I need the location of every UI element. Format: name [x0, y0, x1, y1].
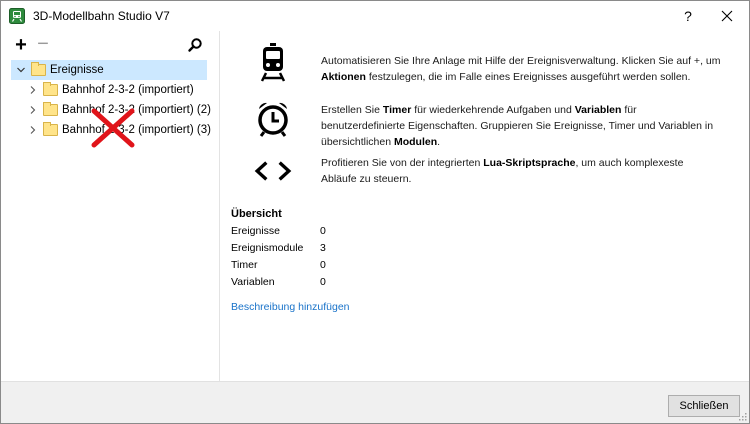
- feature-events-text: Automatisieren Sie Ihre Anlage mit Hilfe…: [321, 55, 721, 83]
- folder-icon: [43, 82, 58, 96]
- window-title: 3D-Modellbahn Studio V7: [33, 9, 170, 23]
- overview-label: Timer: [231, 259, 258, 271]
- overview-label: Ereignisse: [231, 225, 281, 237]
- tree-item-label: Bahnhof 2-3-2 (importiert) (3): [62, 124, 211, 136]
- folder-icon: [31, 62, 46, 76]
- red-cross-annotation-icon: [91, 108, 135, 148]
- panel-divider: [219, 31, 220, 381]
- overview-value: 0: [320, 259, 326, 271]
- tree-item-label: Bahnhof 2-3-2 (importiert) (2): [62, 104, 211, 116]
- train-icon: [260, 43, 286, 82]
- dialog-footer: Schließen: [1, 381, 749, 423]
- chevron-right-icon[interactable]: [27, 124, 39, 136]
- overview-value: 0: [320, 276, 326, 288]
- overview-label: Variablen: [231, 276, 275, 288]
- feature-timers-text: Erstellen Sie Timer für wiederkehrende A…: [321, 104, 714, 148]
- tree-toolbar: + −: [1, 31, 219, 61]
- overview-value: 3: [320, 242, 326, 254]
- tree-item-ereignisse[interactable]: Ereignisse: [11, 60, 207, 80]
- overview-row: Ereignisse 0: [231, 225, 351, 241]
- search-icon[interactable]: [187, 37, 203, 53]
- overview-row: Variablen 0: [231, 276, 351, 292]
- chevron-right-icon[interactable]: [27, 104, 39, 116]
- remove-button[interactable]: −: [35, 34, 51, 54]
- help-button[interactable]: ?: [673, 4, 703, 28]
- add-description-link[interactable]: Beschreibung hinzufügen: [231, 301, 350, 313]
- title-bar: 3D-Modellbahn Studio V7 ?: [1, 1, 749, 31]
- app-train-icon: [9, 8, 25, 24]
- feature-lua-text: Profitieren Sie von der integrierten Lua…: [321, 157, 684, 185]
- folder-icon: [43, 102, 58, 116]
- overview-label: Ereignismodule: [231, 242, 304, 254]
- overview-title: Übersicht: [231, 208, 282, 220]
- tree-item[interactable]: Bahnhof 2-3-2 (importiert): [1, 80, 219, 100]
- overview-row: Ereignismodule 3: [231, 242, 351, 258]
- dialog-window: 3D-Modellbahn Studio V7 ? + − Ereignisse: [0, 0, 750, 424]
- close-dialog-button[interactable]: Schließen: [668, 395, 740, 417]
- resize-grip-icon[interactable]: [737, 411, 747, 421]
- code-brackets-icon: [254, 161, 292, 181]
- tree-item-label: Ereignisse: [50, 64, 104, 76]
- overview-row: Timer 0: [231, 259, 351, 275]
- add-button[interactable]: +: [13, 35, 29, 55]
- close-icon[interactable]: [709, 3, 745, 29]
- alarm-clock-icon: [258, 102, 288, 137]
- folder-icon: [43, 122, 58, 136]
- tree-item-label: Bahnhof 2-3-2 (importiert): [62, 84, 194, 96]
- chevron-down-icon[interactable]: [15, 64, 27, 76]
- chevron-right-icon[interactable]: [27, 84, 39, 96]
- overview-value: 0: [320, 225, 326, 237]
- event-tree-panel: + − Ereignisse Bahnhof 2-3-2 (importiert…: [1, 31, 219, 381]
